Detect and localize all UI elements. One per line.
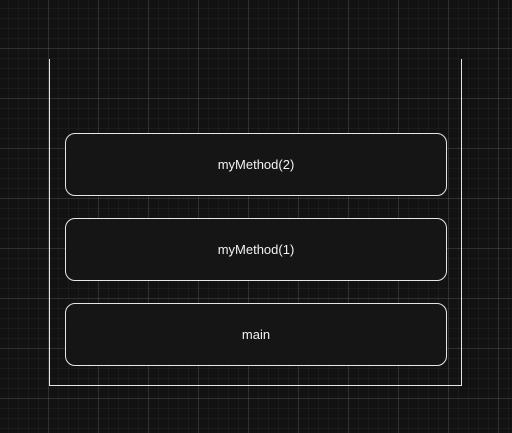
stack-frame-label: myMethod(1) [217,242,295,257]
stack-frame-mymethod-1: myMethod(1) [65,218,447,281]
stack-frame-label: myMethod(2) [217,157,295,172]
stack-frame-main: main [65,303,447,366]
stack-frame-mymethod-2: myMethod(2) [65,133,447,196]
stack-frame-label: main [241,327,271,342]
